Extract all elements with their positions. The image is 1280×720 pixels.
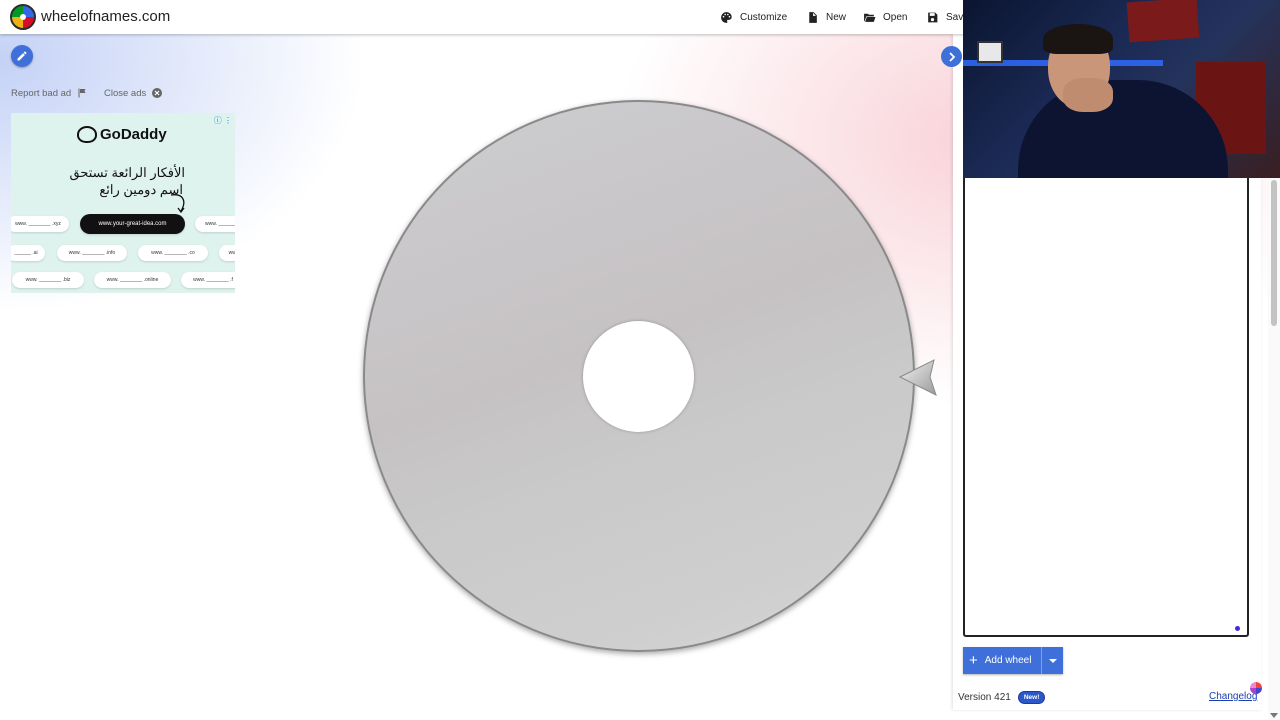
- customize-button[interactable]: Customize: [720, 9, 787, 25]
- add-wheel-dropdown-button[interactable]: [1042, 647, 1064, 674]
- advertisement[interactable]: ⓘ ⋮ GoDaddy الأفكار الرائعة تستحق اسم دو…: [11, 113, 235, 293]
- ad-domain-pill: www. ________ .xyz: [11, 216, 69, 232]
- ad-domain-pill: www. ________ .co: [138, 245, 208, 261]
- flag-icon: [78, 88, 86, 98]
- add-wheel-button[interactable]: + Add wheel: [963, 647, 1043, 674]
- webcam-person-hair: [1043, 24, 1113, 54]
- new-badge[interactable]: New!: [1017, 691, 1046, 704]
- open-label: Open: [883, 11, 908, 23]
- webcam-poster: [1126, 0, 1200, 43]
- version-info: Version 421 New!: [958, 691, 1046, 704]
- collapse-panel-button[interactable]: [941, 46, 962, 67]
- save-icon: [928, 12, 938, 22]
- open-button[interactable]: Open: [863, 9, 907, 25]
- file-icon: [809, 11, 817, 23]
- wheel-logo-icon[interactable]: [10, 4, 36, 30]
- folder-open-icon: [864, 13, 876, 22]
- ad-domain-pill: www. ________ .f: [181, 272, 235, 288]
- curved-arrow-icon: [170, 194, 185, 214]
- changelog-link[interactable]: Changelog: [1209, 691, 1257, 702]
- page-scrollbar[interactable]: [1268, 170, 1280, 720]
- ad-cta-pill: www.your-great-idea.com: [80, 214, 185, 234]
- version-label: Version 421: [958, 692, 1011, 703]
- ad-domain-pill: www: [219, 245, 235, 261]
- close-ads-link[interactable]: Close ads: [104, 87, 163, 99]
- caret-down-icon: [1048, 658, 1057, 663]
- ad-domain-pill: www. ________ .biz: [12, 272, 84, 288]
- report-bad-ad-label: Report bad ad: [11, 87, 72, 99]
- palette-icon: [721, 11, 732, 23]
- new-button[interactable]: New: [806, 9, 846, 25]
- godaddy-logo: GoDaddy: [77, 126, 167, 143]
- ad-brand: GoDaddy: [100, 126, 167, 143]
- scrollbar-thumb[interactable]: [1271, 180, 1277, 326]
- new-label: New: [826, 11, 847, 23]
- entries-textarea[interactable]: [963, 170, 1249, 637]
- report-bad-ad-link[interactable]: Report bad ad: [11, 87, 88, 99]
- wheel-pointer-icon: [898, 359, 937, 396]
- webcam-person-hand: [1063, 78, 1113, 112]
- godaddy-mark-icon: [77, 126, 97, 143]
- ad-domain-pill: www. ________ .info: [57, 245, 127, 261]
- add-wheel-split-button[interactable]: + Add wheel: [963, 647, 1064, 674]
- edit-button[interactable]: [11, 45, 33, 67]
- pencil-icon: [17, 51, 27, 61]
- close-circle-icon: [152, 88, 163, 98]
- ad-info-icon[interactable]: ⓘ ⋮: [214, 115, 232, 126]
- close-ads-label: Close ads: [104, 87, 147, 99]
- webcam-flag: [977, 41, 1003, 63]
- plus-icon: +: [969, 652, 978, 669]
- extension-logo-icon[interactable]: [1250, 682, 1262, 694]
- ad-domain-pill: www. ________ .online: [94, 272, 171, 288]
- ad-domain-pill: ______ .ai: [11, 245, 45, 261]
- site-name[interactable]: wheelofnames.com: [41, 8, 170, 25]
- chevron-right-icon: [948, 51, 955, 62]
- scroll-down-arrow-icon[interactable]: [1270, 713, 1278, 718]
- add-wheel-label: Add wheel: [984, 655, 1032, 666]
- webcam-overlay: [963, 0, 1280, 178]
- resize-handle-icon[interactable]: [1235, 626, 1240, 631]
- ad-domain-pill: www. ______: [195, 216, 235, 232]
- customize-label: Customize: [740, 11, 788, 23]
- wheel-center-hub[interactable]: [583, 321, 694, 432]
- ad-headline-line1: الأفكار الرائعة تستحق: [69, 165, 185, 180]
